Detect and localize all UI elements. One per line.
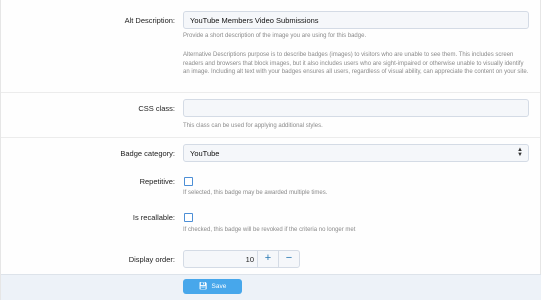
alt-description-input[interactable]: YouTube Members Video Submissions — [183, 11, 529, 29]
divider — [1, 92, 540, 93]
alt-description-label: Alt Description: — [124, 16, 175, 25]
is-recallable-help: If checked, this badge will be revoked i… — [183, 227, 356, 233]
increment-button[interactable]: + — [257, 250, 279, 268]
alt-description-help: Provide a short description of the image… — [183, 33, 367, 39]
is-recallable-label: Is recallable: — [132, 213, 175, 222]
decrement-button[interactable]: − — [278, 250, 300, 268]
css-class-help: This class can be used for applying addi… — [183, 123, 323, 129]
display-order-label: Display order: — [128, 255, 175, 264]
badge-edit-form: Alt Description: YouTube Members Video S… — [0, 0, 541, 300]
repetitive-label: Repetitive: — [139, 177, 175, 186]
repetitive-help: If selected, this badge may be awarded m… — [183, 190, 328, 196]
badge-category-select[interactable]: YouTube ▲ ▼ — [183, 144, 529, 162]
select-arrows-icon: ▲ ▼ — [517, 147, 523, 158]
divider — [1, 137, 540, 138]
form-footer: 💾︎ Save — [1, 274, 541, 300]
save-button-label: Save — [211, 283, 227, 290]
repetitive-checkbox[interactable] — [184, 177, 193, 186]
save-button[interactable]: 💾︎ Save — [183, 279, 242, 294]
badge-category-value: YouTube — [190, 149, 220, 158]
save-icon: 💾︎ — [198, 283, 208, 290]
css-class-label: CSS class: — [138, 104, 175, 113]
badge-category-label: Badge category: — [120, 149, 175, 158]
css-class-input[interactable] — [183, 99, 529, 117]
display-order-input[interactable]: 10 — [183, 250, 258, 268]
is-recallable-checkbox[interactable] — [184, 213, 193, 222]
display-order-stepper: 10 + − — [183, 250, 301, 268]
alt-description-explanation: Alternative Descriptions purpose is to d… — [183, 52, 529, 75]
